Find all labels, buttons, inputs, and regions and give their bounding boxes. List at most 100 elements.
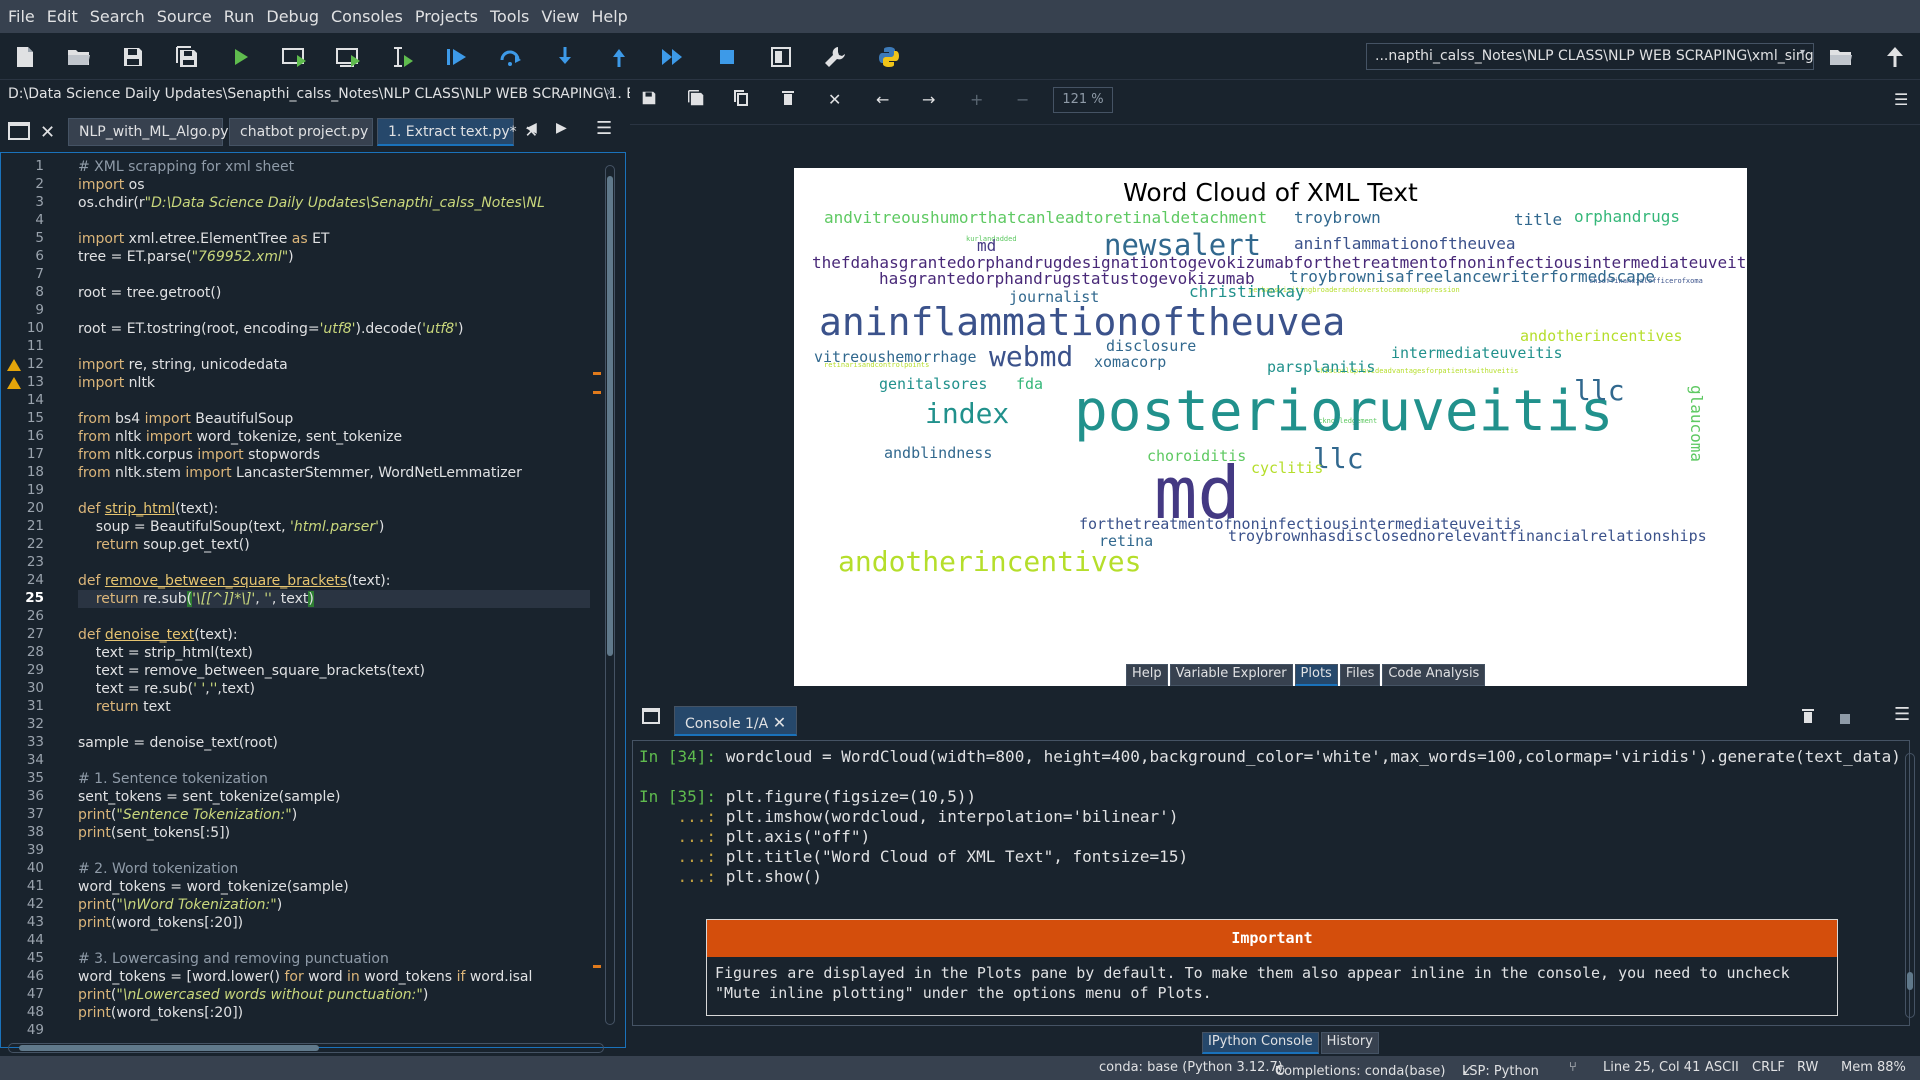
console-scrollbar[interactable] bbox=[1905, 753, 1915, 1018]
run-selection-icon[interactable] bbox=[387, 41, 419, 73]
browse-tabs-icon[interactable] bbox=[8, 122, 30, 140]
more-chevron-icon[interactable]: » bbox=[606, 85, 614, 100]
save-plot-icon[interactable] bbox=[642, 90, 656, 109]
occurrence-marker[interactable] bbox=[593, 372, 601, 375]
code-line: print(word_tokens[:20]) bbox=[78, 915, 244, 931]
clear-console-icon[interactable] bbox=[1802, 708, 1814, 728]
scrollbar-thumb[interactable] bbox=[19, 1045, 319, 1051]
tab-label: chatbot project.py bbox=[240, 124, 369, 140]
run-cell-advance-icon[interactable] bbox=[333, 41, 365, 73]
options-menu-icon[interactable]: ☰ bbox=[596, 118, 612, 139]
new-file-icon[interactable] bbox=[9, 41, 41, 73]
next-plot-icon[interactable]: → bbox=[922, 90, 935, 109]
code-line: import nltk bbox=[78, 375, 156, 391]
console-tab[interactable]: Console 1/A ✕ bbox=[674, 706, 798, 736]
menu-help[interactable]: Help bbox=[587, 7, 635, 26]
run-icon[interactable] bbox=[225, 41, 257, 73]
line-number: 2 bbox=[35, 176, 44, 192]
scrollbar-thumb[interactable] bbox=[607, 176, 613, 656]
save-icon[interactable] bbox=[117, 41, 149, 73]
zoom-in-icon[interactable]: + bbox=[970, 90, 983, 109]
tab-plots[interactable]: Plots bbox=[1294, 664, 1338, 686]
menu-source[interactable]: Source bbox=[153, 7, 220, 26]
console-output[interactable]: In [34]: wordcloud = WordCloud(width=800… bbox=[632, 740, 1915, 1026]
save-all-plots-icon[interactable] bbox=[688, 90, 704, 110]
step-return-icon[interactable] bbox=[603, 41, 635, 73]
code-line: text = remove_between_square_brackets(te… bbox=[78, 663, 425, 679]
code-line: import re, string, unicodedata bbox=[78, 357, 288, 373]
menu-search[interactable]: Search bbox=[86, 7, 153, 26]
menu-debug[interactable]: Debug bbox=[262, 7, 327, 26]
git-branch-icon[interactable]: ⑂ bbox=[1569, 1060, 1577, 1075]
warning-icon[interactable] bbox=[7, 359, 21, 371]
browse-folder-icon[interactable] bbox=[1825, 41, 1857, 73]
wordcloud-word: title bbox=[1514, 210, 1562, 229]
options-menu-icon[interactable]: ☰ bbox=[1894, 704, 1910, 725]
menu-run[interactable]: Run bbox=[220, 7, 263, 26]
remove-all-plots-icon[interactable]: ✕ bbox=[828, 90, 841, 109]
maximize-pane-icon[interactable] bbox=[765, 41, 797, 73]
menu-view[interactable]: View bbox=[537, 7, 587, 26]
tab-nlp-with-ml-algo[interactable]: NLP_with_ML_Algo.py✕ bbox=[68, 118, 250, 146]
tab-scroll-right-icon[interactable]: ▶ bbox=[556, 120, 567, 136]
tab-scroll-left-icon[interactable]: ◀ bbox=[526, 120, 537, 136]
step-into-icon[interactable] bbox=[549, 41, 581, 73]
tab-variable-explorer[interactable]: Variable Explorer bbox=[1169, 664, 1293, 686]
options-menu-icon[interactable]: ☰ bbox=[1894, 90, 1908, 109]
menu-consoles[interactable]: Consoles bbox=[327, 7, 411, 26]
editor-horizontal-scrollbar[interactable] bbox=[8, 1043, 604, 1053]
occurrence-marker[interactable] bbox=[593, 391, 601, 394]
python-path-icon[interactable] bbox=[873, 41, 905, 73]
close-tab-icon[interactable]: ✕ bbox=[773, 713, 786, 732]
close-icon[interactable]: ✕ bbox=[40, 122, 55, 143]
line-number: 40 bbox=[26, 860, 44, 876]
console-input-34: In [34]: wordcloud = WordCloud(width=800… bbox=[639, 747, 1901, 766]
parent-directory-icon[interactable] bbox=[1879, 41, 1911, 73]
menu-projects[interactable]: Projects bbox=[411, 7, 486, 26]
remove-plot-icon[interactable] bbox=[782, 90, 794, 110]
tab-chatbot-project[interactable]: chatbot project.py✕ bbox=[229, 118, 390, 146]
occurrence-marker[interactable] bbox=[593, 965, 601, 968]
zoom-out-icon[interactable]: − bbox=[1016, 90, 1029, 109]
save-all-icon[interactable] bbox=[171, 41, 203, 73]
previous-plot-icon[interactable]: ← bbox=[876, 90, 889, 109]
scrollbar-thumb[interactable] bbox=[1907, 972, 1913, 990]
chevron-down-icon[interactable]: ▾ bbox=[1800, 47, 1805, 58]
editor-vertical-scrollbar[interactable] bbox=[605, 165, 615, 1025]
line-number: 17 bbox=[26, 446, 44, 462]
code-lines[interactable]: # XML scrapping for xml sheet import os … bbox=[78, 153, 590, 1047]
copy-plot-icon[interactable] bbox=[734, 90, 748, 110]
menu-file[interactable]: File bbox=[4, 7, 43, 26]
code-editor[interactable]: 1 2 3 4 5 6 7 8 9 10 11 12 13 14 15 16 17 18 19 20 21 22 23 24 2… bbox=[0, 152, 626, 1048]
tab-code-analysis[interactable]: Code Analysis bbox=[1382, 664, 1486, 686]
tab-history[interactable]: History bbox=[1320, 1032, 1379, 1054]
tab-help[interactable]: Help bbox=[1126, 664, 1168, 686]
browse-consoles-icon[interactable] bbox=[642, 708, 660, 728]
menu-edit[interactable]: Edit bbox=[43, 7, 86, 26]
menu-tools[interactable]: Tools bbox=[486, 7, 537, 26]
line-number: 19 bbox=[26, 482, 44, 498]
step-over-icon[interactable] bbox=[495, 41, 527, 73]
tab-extract-text[interactable]: 1. Extract text.py* ✕ bbox=[377, 118, 538, 146]
stop-debug-icon[interactable] bbox=[711, 41, 743, 73]
plots-pane: ✕ ← → + − 121 % ☰ Word Cloud of XML Text… bbox=[630, 80, 1920, 688]
interrupt-kernel-icon[interactable] bbox=[1840, 710, 1850, 728]
zoom-level[interactable]: 121 % bbox=[1053, 87, 1113, 113]
open-file-icon[interactable] bbox=[63, 41, 95, 73]
console-continuation: ...: plt.axis("off") bbox=[639, 827, 871, 846]
debug-icon[interactable] bbox=[441, 41, 473, 73]
continue-icon[interactable] bbox=[657, 41, 689, 73]
tab-ipython-console[interactable]: IPython Console bbox=[1202, 1032, 1319, 1054]
conda-env-status[interactable]: conda: base (Python 3.12.7) bbox=[1099, 1060, 1283, 1075]
code-line: # 1. Sentence tokenization bbox=[78, 771, 268, 787]
run-cell-icon[interactable] bbox=[279, 41, 311, 73]
tab-files[interactable]: Files bbox=[1339, 664, 1381, 686]
preferences-wrench-icon[interactable] bbox=[819, 41, 851, 73]
editor-tabs: ✕ NLP_with_ML_Algo.py✕ chatbot project.p… bbox=[0, 114, 626, 152]
line-number: 16 bbox=[26, 428, 44, 444]
console-continuation: ...: plt.show() bbox=[639, 867, 823, 886]
working-directory-input[interactable]: ...napthi_calss_Notes\NLP CLASS\NLP WEB … bbox=[1366, 43, 1814, 70]
line-endings: CRLF bbox=[1752, 1060, 1785, 1075]
warning-icon[interactable] bbox=[7, 377, 21, 389]
line-number: 20 bbox=[26, 500, 44, 516]
